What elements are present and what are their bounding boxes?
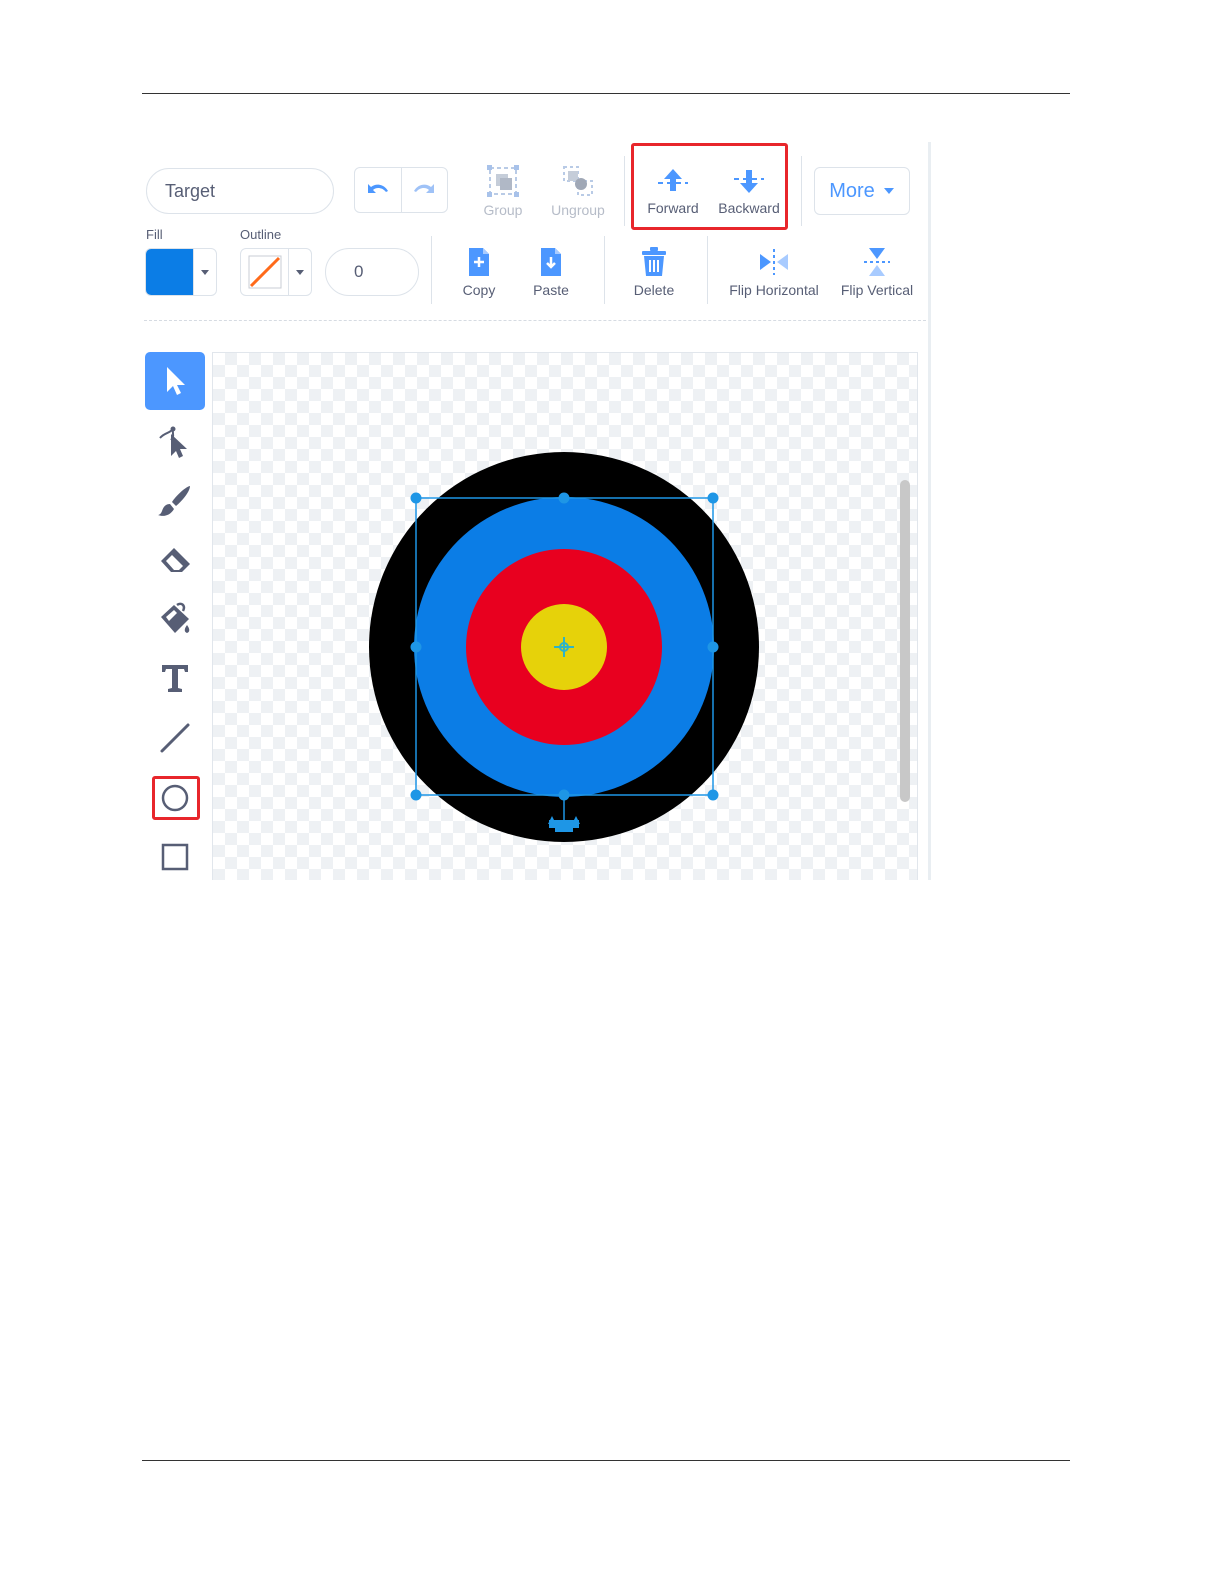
screenshot-right-edge xyxy=(928,142,931,880)
page-bottom-rule xyxy=(142,1460,1070,1461)
resize-handle[interactable] xyxy=(410,641,422,653)
canvas-vertical-scrollbar[interactable] xyxy=(900,480,910,802)
target-drawing xyxy=(369,452,759,842)
resize-handle[interactable] xyxy=(707,492,719,504)
resize-handle[interactable] xyxy=(707,789,719,801)
page-top-rule xyxy=(142,93,1070,94)
resize-handle[interactable] xyxy=(558,789,570,801)
paint-editor-screenshot: Target Group Ungroup Forward Backward Mo… xyxy=(140,140,932,880)
resize-handle[interactable] xyxy=(410,789,422,801)
resize-handle[interactable] xyxy=(558,492,570,504)
resize-handle[interactable] xyxy=(707,641,719,653)
resize-handle[interactable] xyxy=(410,492,422,504)
